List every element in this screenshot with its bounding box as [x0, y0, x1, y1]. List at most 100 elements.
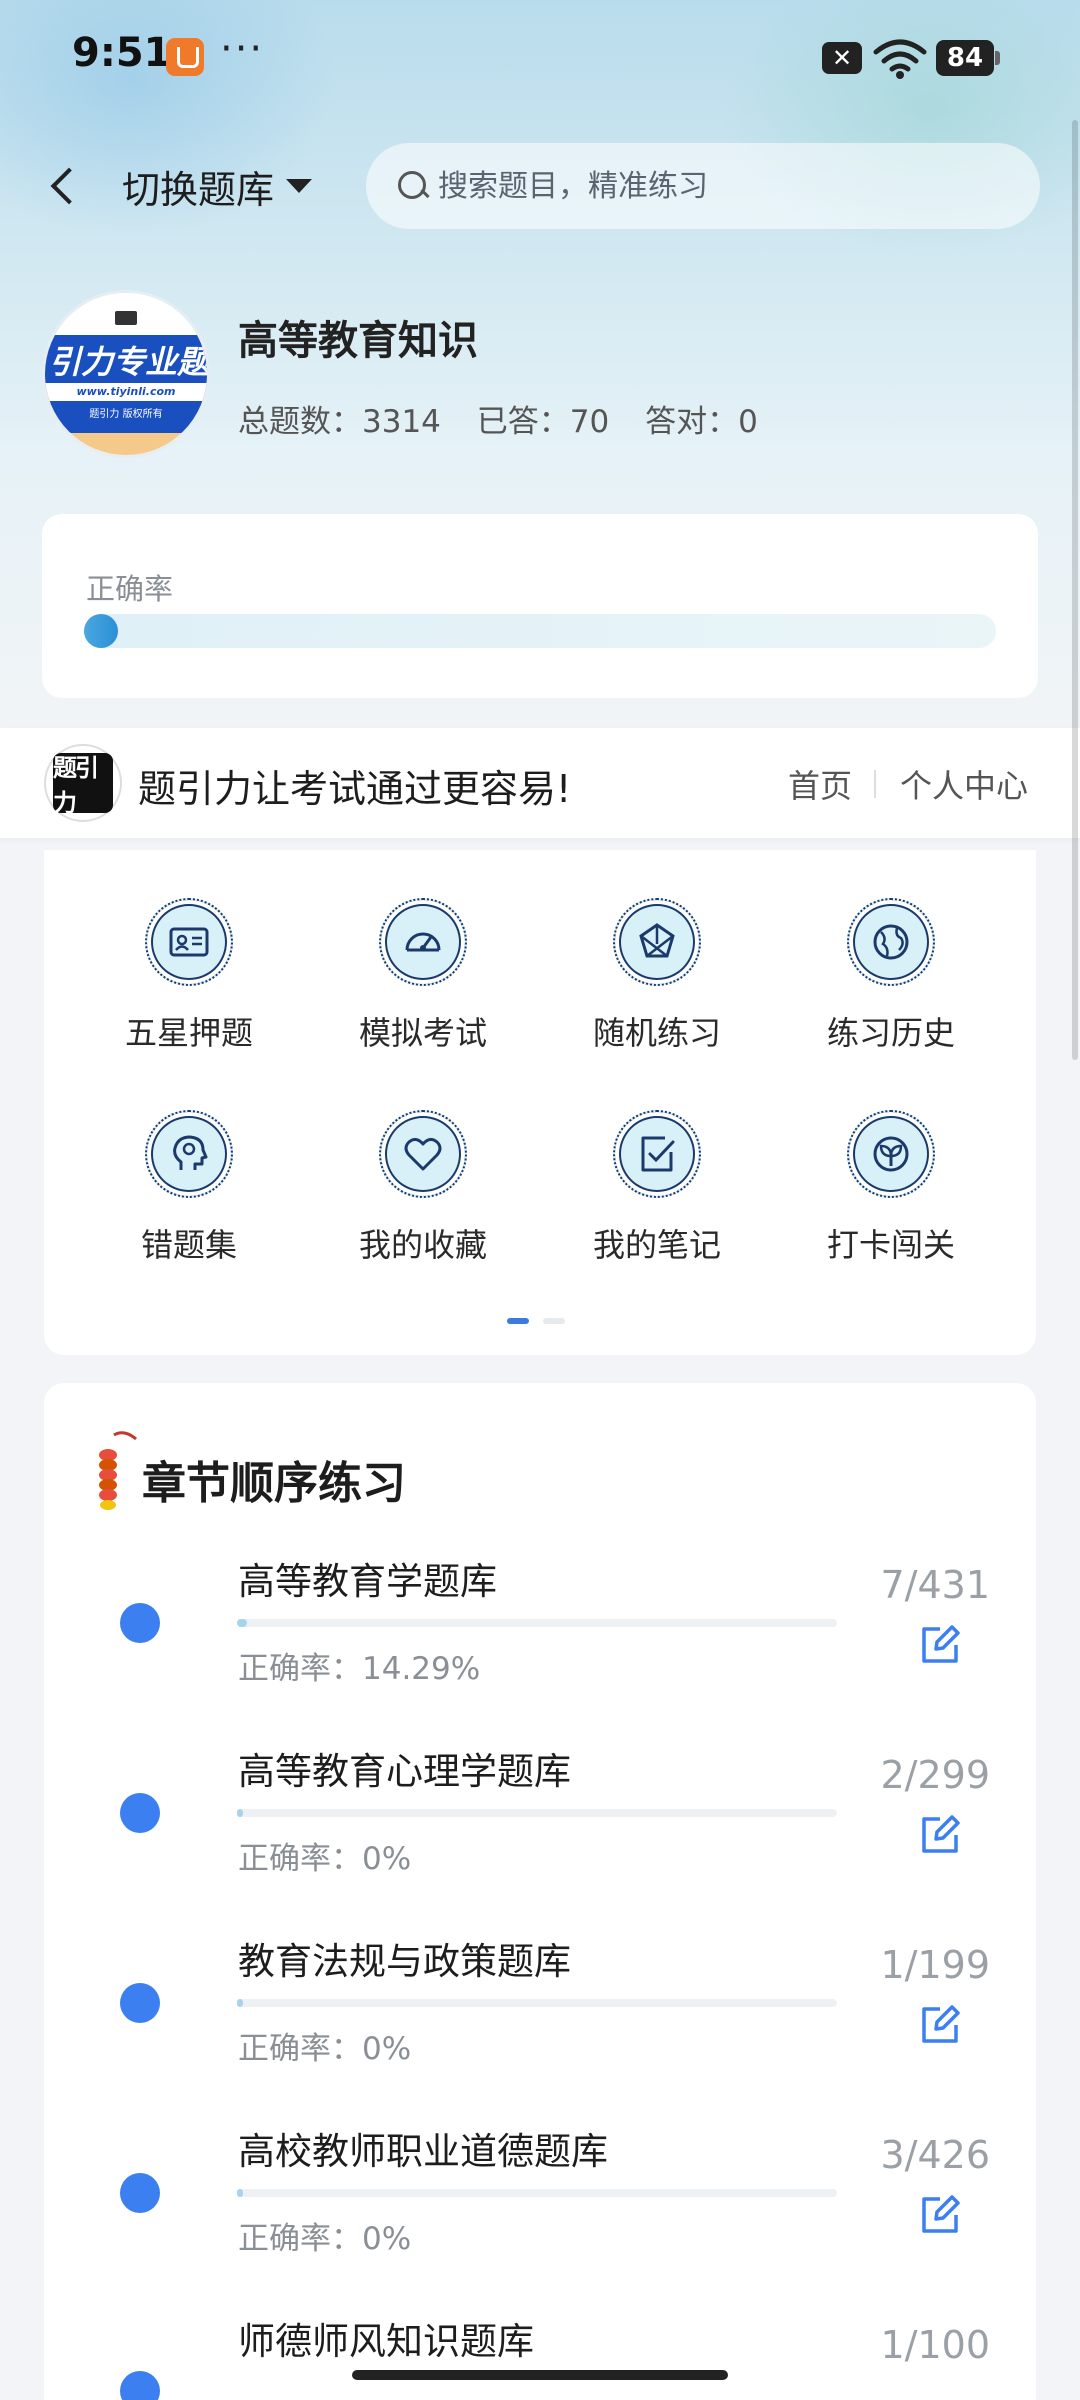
pager-dot-active: [507, 1318, 529, 1324]
switch-bank-label: 切换题库: [122, 167, 275, 212]
search-icon: [396, 169, 430, 203]
feature-mock-exam[interactable]: 模拟考试: [323, 898, 523, 1068]
feature-grid: 五星押题 模拟考试 随机练习 练习历史 错题集 我的收藏 我的笔记 打卡闯关: [44, 850, 1036, 1355]
chapter-progress-bar: [237, 1809, 837, 1817]
feature-favorites[interactable]: 我的收藏: [323, 1110, 523, 1280]
page-indicator: [507, 1318, 565, 1324]
brand-slogan: 题引力让考试通过更容易!: [138, 767, 572, 811]
id-card-icon: [145, 898, 233, 986]
logo-title: 引力专业题: [48, 343, 209, 381]
back-button[interactable]: [40, 155, 90, 215]
status-dot: [120, 1603, 160, 1643]
chapter-row[interactable]: 师德师风知识题库 1/100: [44, 2311, 1036, 2400]
heart-icon: [379, 1110, 467, 1198]
brand-logo: 题引力: [44, 744, 122, 822]
feature-check-in[interactable]: 打卡闯关: [791, 1110, 991, 1280]
chapter-accuracy: 正确率：0%: [238, 1841, 412, 1877]
chapter-row[interactable]: 高等教育学题库 正确率：14.29% 7/431: [44, 1551, 1036, 1741]
status-time: 9:51: [72, 30, 172, 76]
edit-icon[interactable]: [918, 2193, 962, 2237]
chapter-name: 高校教师职业道德题库: [238, 2130, 608, 2173]
chapter-progress-bar: [237, 1999, 837, 2007]
feature-wrong-answers[interactable]: 错题集: [89, 1110, 289, 1280]
pager-dot: [543, 1318, 565, 1324]
status-dot: [120, 1793, 160, 1833]
scrollbar[interactable]: [1072, 120, 1078, 1060]
chapter-count: 1/199: [880, 1943, 990, 1987]
chapter-row[interactable]: 教育法规与政策题库 正确率：0% 1/199: [44, 1931, 1036, 2121]
bank-title: 高等教育知识: [238, 318, 478, 364]
chapter-progress-bar: [237, 2189, 837, 2197]
chapter-accuracy: 正确率：14.29%: [238, 1651, 481, 1687]
chapter-row[interactable]: 高等教育心理学题库 正确率：0% 2/299: [44, 1741, 1036, 1931]
edit-icon[interactable]: [918, 1813, 962, 1857]
logo-url: www.tiyinli.com: [45, 383, 207, 401]
chapter-accuracy: 正确率：0%: [238, 2031, 412, 2067]
caret-down-icon: [286, 179, 313, 193]
feature-five-star[interactable]: 五星押题: [89, 898, 289, 1068]
chapter-section-title: 章节顺序练习: [142, 1458, 406, 1509]
logo-mini-mark: [115, 311, 137, 325]
globe-icon: [847, 898, 935, 986]
battery-icon: 84: [936, 40, 1000, 76]
status-dot: [120, 2371, 160, 2400]
chapter-name: 师德师风知识题库: [238, 2320, 534, 2363]
bank-stats: 总题数：3314 已答：70 答对：0: [238, 396, 784, 441]
status-dot: [120, 1983, 160, 2023]
checked-note-icon: [613, 1110, 701, 1198]
sprout-icon: [847, 1110, 935, 1198]
feature-random-practice[interactable]: 随机练习: [557, 898, 757, 1068]
edit-icon[interactable]: [918, 1623, 962, 1667]
chapter-progress-bar: [237, 1619, 837, 1627]
chapter-count: 2/299: [880, 1753, 990, 1797]
chapter-progress-fill: [237, 1809, 243, 1817]
accuracy-progress-bar: [84, 614, 996, 648]
correct-count: 答对：0: [645, 404, 758, 440]
home-indicator[interactable]: [352, 2370, 728, 2380]
chapter-progress-fill: [237, 2189, 243, 2197]
accuracy-card: 正确率: [42, 514, 1038, 698]
chapter-progress-fill: [237, 1619, 247, 1627]
more-notifications-icon: ···: [220, 26, 265, 72]
head-profile-icon: [145, 1110, 233, 1198]
speedometer-icon: [379, 898, 467, 986]
personal-center-link[interactable]: 个人中心: [900, 761, 1028, 807]
sim-disabled-icon: ✕: [822, 42, 862, 74]
total-count: 总题数：3314: [238, 404, 441, 440]
feature-label: 我的笔记: [592, 1226, 721, 1264]
chapter-name: 教育法规与政策题库: [238, 1940, 571, 1983]
firecracker-icon: [99, 1431, 137, 1510]
switch-question-bank-button[interactable]: 切换题库: [122, 156, 313, 216]
chapter-row[interactable]: 高校教师职业道德题库 正确率：0% 3/426: [44, 2121, 1036, 2311]
wifi-icon: [873, 39, 927, 79]
brand-logo-text: 题引力: [53, 753, 113, 817]
answered-count: 已答：70: [476, 404, 610, 440]
home-link[interactable]: 首页: [788, 761, 852, 807]
logo-copyright: 题引力 版权所有: [89, 409, 163, 420]
chapter-progress-fill: [237, 1999, 243, 2007]
feature-practice-history[interactable]: 练习历史: [791, 898, 991, 1068]
status-dot: [120, 2173, 160, 2213]
search-input[interactable]: [438, 168, 998, 204]
search-bar[interactable]: [366, 143, 1040, 229]
brand-bar: 题引力 题引力让考试通过更容易! 首页 个人中心: [0, 728, 1080, 838]
divider: [874, 770, 876, 798]
feature-label: 错题集: [140, 1226, 237, 1264]
accuracy-label: 正确率: [86, 572, 174, 606]
chapter-count: 7/431: [880, 1563, 990, 1607]
chapter-name: 高等教育心理学题库: [238, 1750, 571, 1793]
feature-notes[interactable]: 我的笔记: [557, 1110, 757, 1280]
feature-label: 随机练习: [592, 1014, 721, 1052]
question-bank-logo: 引力专业题 www.tiyinli.com 题引力 版权所有: [42, 290, 210, 458]
random-network-icon: [613, 898, 701, 986]
shopping-bag-app-icon: [166, 38, 204, 76]
feature-label: 五星押题: [124, 1014, 253, 1052]
feature-label: 打卡闯关: [826, 1226, 955, 1264]
chapter-count: 1/100: [880, 2323, 990, 2367]
chapter-practice-card: 章节顺序练习 高等教育学题库 正确率：14.29% 7/431 高等教育心理学题…: [44, 1383, 1036, 2400]
chapter-name: 高等教育学题库: [238, 1560, 497, 1603]
logo-bottom: [45, 433, 207, 455]
edit-icon[interactable]: [918, 2003, 962, 2047]
chapter-count: 3/426: [880, 2133, 990, 2177]
feature-label: 我的收藏: [358, 1226, 487, 1264]
